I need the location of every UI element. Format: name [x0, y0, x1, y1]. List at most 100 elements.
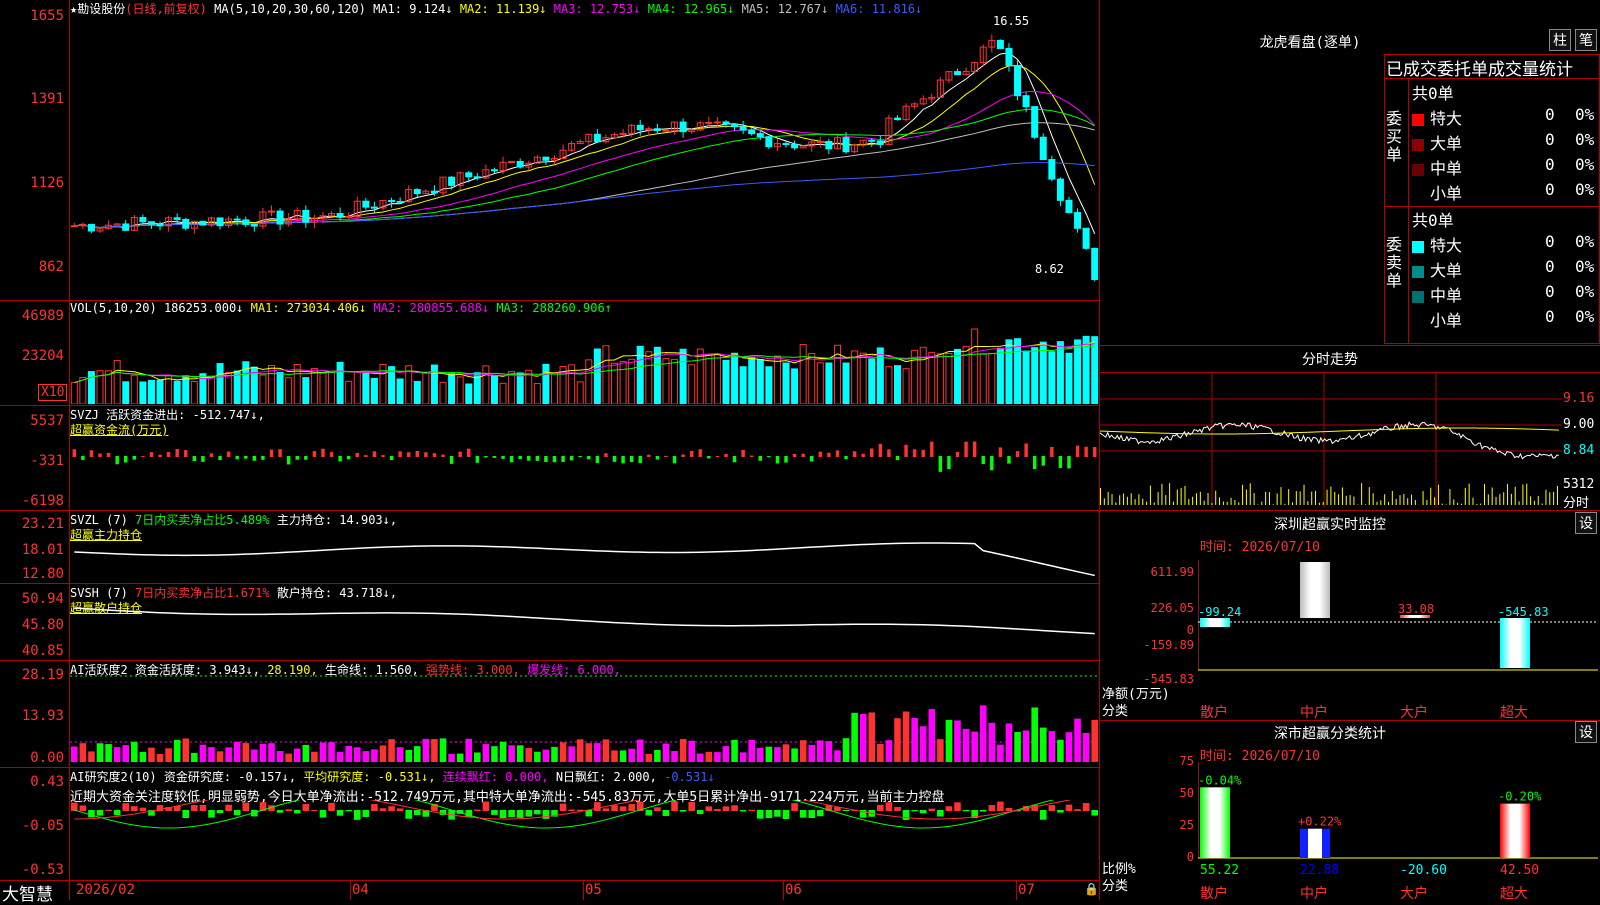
flow-bar: [1093, 447, 1096, 457]
intraday-vol-bar: [1204, 501, 1205, 505]
activity-bar: [748, 740, 755, 762]
research-bar: [371, 804, 378, 811]
research-bar: [405, 810, 412, 819]
volume-bar: [1040, 342, 1046, 404]
sz-monitor-settings-button[interactable]: 设: [1575, 512, 1597, 534]
ai1-chart[interactable]: [70, 672, 1099, 766]
intraday-vol-bar: [1169, 483, 1170, 505]
volume-bar: [766, 367, 772, 404]
intraday-chart[interactable]: [1100, 373, 1562, 508]
sz-class-chart[interactable]: -0.04%+0.22%-0.20%55.2222.88-20.6042.50: [1198, 762, 1598, 877]
intraday-vol-bar: [1380, 500, 1381, 505]
intraday-vol-bar: [1300, 492, 1301, 505]
flow-bar: [124, 456, 127, 463]
intraday-vol-bar: [1457, 503, 1458, 505]
research-bar: [680, 810, 687, 812]
activity-bar: [88, 751, 95, 762]
volume-bar: [346, 381, 352, 404]
svzj-chart[interactable]: [70, 436, 1099, 508]
activity-bar: [1040, 728, 1047, 762]
intraday-vol-bar: [1488, 494, 1489, 505]
flow-bar: [244, 456, 247, 459]
volume-bar: [774, 356, 780, 404]
research-bar: [706, 806, 713, 811]
intraday-vol-bar: [1234, 500, 1235, 505]
volume-bar: [972, 329, 978, 404]
sz-class-settings-button[interactable]: 设: [1575, 721, 1597, 743]
candle-body: [1083, 228, 1089, 248]
intraday-vol-bar: [1338, 494, 1339, 505]
activity-bar: [114, 747, 121, 762]
research-bar: [80, 805, 87, 811]
main-header: ★勘设股份(日线,前复权) MA(5,10,20,30,60,120) MA1:…: [70, 0, 922, 17]
bar-mode-button[interactable]: 柱: [1549, 29, 1571, 51]
intraday-vol-bar: [1373, 493, 1374, 505]
candle-body: [749, 130, 755, 133]
volume-bar: [543, 364, 549, 404]
activity-bar: [543, 750, 550, 762]
intraday-vol-bar: [1400, 495, 1401, 505]
candle-body: [594, 134, 600, 141]
ma2-line: [74, 66, 1094, 228]
intraday-vol-bar: [1434, 497, 1435, 505]
ma5-value: MA5: 12.767↓: [742, 2, 829, 16]
color-swatch: [1412, 139, 1424, 151]
activity-bar: [157, 754, 164, 762]
flow-bar: [390, 456, 393, 460]
intraday-vol-bar: [1499, 494, 1500, 505]
research-bar: [525, 810, 532, 817]
lock-icon[interactable]: 🔒: [1084, 882, 1099, 896]
volume-chart[interactable]: [70, 318, 1099, 404]
activity-bar: [525, 748, 532, 762]
intraday-vol-bar: [1526, 484, 1527, 505]
activity-bar: [423, 739, 430, 762]
flow-bar: [570, 456, 573, 460]
intraday-vol-bar: [1115, 502, 1116, 505]
intraday-vol-bar: [1219, 497, 1220, 505]
activity-bar: [414, 746, 421, 762]
research-bar: [946, 806, 953, 811]
svsh-chart[interactable]: [70, 594, 1099, 659]
flow-bar: [759, 456, 762, 461]
candle-body: [303, 210, 309, 222]
intraday-vol-bar: [1426, 500, 1427, 505]
research-bar: [140, 808, 147, 811]
activity-bar: [294, 749, 301, 762]
bar-bottom-label: -20.60: [1400, 863, 1447, 877]
flow-bar: [836, 450, 839, 457]
candle-body: [732, 124, 738, 127]
flow-bar: [1084, 447, 1087, 457]
activity-bar: [363, 751, 370, 762]
ai2-chart[interactable]: [70, 800, 1099, 879]
chart-area[interactable]: ★勘设股份(日线,前复权) MA(5,10,20,30,60,120) MA1:…: [0, 0, 1100, 900]
tick-mode-button[interactable]: 笔: [1575, 29, 1597, 51]
intraday-vol-bar: [1484, 484, 1485, 505]
candlestick-chart[interactable]: [70, 16, 1099, 298]
sz-monitor-chart[interactable]: -99.24611.9933.08-545.83: [1198, 560, 1598, 700]
flow-bar: [724, 454, 727, 457]
color-swatch: [1412, 241, 1424, 253]
sell-v-1: 0: [1545, 257, 1555, 276]
volume-bar: [174, 381, 180, 404]
activity-bar: [457, 754, 464, 762]
bar-bottom-label: 22.88: [1300, 863, 1339, 877]
flow-bar: [750, 456, 753, 457]
volume-bar: [260, 375, 266, 404]
flow-bar: [1016, 451, 1019, 457]
activity-bar: [277, 751, 284, 762]
candle-body: [997, 40, 1003, 48]
research-bar: [294, 810, 301, 813]
volume-bar: [809, 353, 815, 404]
activity-bar: [757, 748, 764, 762]
intraday-vol-bar: [1238, 502, 1239, 505]
flow-bar: [347, 456, 350, 459]
candle-body: [1075, 213, 1081, 229]
intraday-vol-bar: [1530, 496, 1531, 505]
lhb-tabs[interactable]: 已成交委托单成交量统计: [1386, 55, 1573, 80]
research-bar: [397, 808, 404, 811]
flow-bar: [158, 455, 161, 457]
svzl-chart[interactable]: [70, 520, 1099, 582]
volume-bar: [1015, 339, 1021, 404]
volume-bar: [106, 371, 112, 404]
volume-bar: [217, 364, 223, 404]
